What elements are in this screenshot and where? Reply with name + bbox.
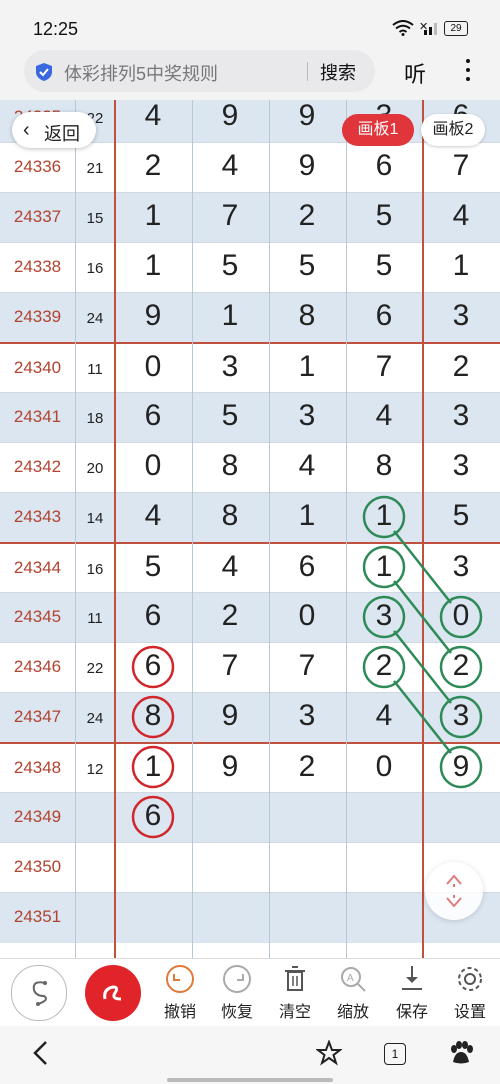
browser-nav-bar: [0, 1026, 500, 1084]
tab-board-1[interactable]: 画板1: [342, 114, 414, 146]
search-button[interactable]: 搜索: [320, 59, 356, 85]
annotation-layer[interactable]: [0, 100, 500, 958]
pen-tool-button[interactable]: [85, 965, 141, 1021]
back-arrow-icon[interactable]: [30, 1040, 52, 1066]
undo-button[interactable]: 撤销: [156, 962, 204, 1022]
redo-button[interactable]: 恢复: [213, 962, 261, 1022]
zoom-label: 缩放: [336, 1004, 369, 1021]
annotation-circle: [362, 545, 406, 589]
tab-board-2[interactable]: 画板2: [421, 114, 485, 146]
back-button[interactable]: ‹ 返回: [12, 112, 96, 148]
save-button[interactable]: 保存: [388, 962, 436, 1022]
annotation-circle: [439, 595, 483, 639]
scroll-arrows-button[interactable]: [425, 862, 483, 920]
status-time: 12:25: [33, 19, 79, 39]
more-menu-icon[interactable]: [464, 56, 472, 86]
pen-stroke-icon: [103, 985, 122, 1001]
redo-icon: [223, 965, 251, 993]
settings-label: 设置: [453, 1004, 486, 1021]
shield-check-icon: [36, 63, 52, 81]
annotation-circle: [362, 645, 406, 689]
status-bar: 12:25 ✕ 29: [0, 0, 500, 40]
clear-button[interactable]: 清空: [271, 962, 319, 1022]
listen-button[interactable]: 听: [404, 57, 426, 89]
signal-icon: [424, 23, 437, 35]
annotation-circle: [131, 795, 175, 839]
settings-button[interactable]: 设置: [446, 962, 494, 1022]
curve-s-icon: [32, 981, 47, 1006]
annotation-circle: [131, 695, 175, 739]
star-icon[interactable]: [316, 1040, 342, 1066]
annotation-circle: [362, 595, 406, 639]
zoom-icon: A: [341, 967, 366, 992]
annotation-circle: [439, 745, 483, 789]
up-down-arrows-icon: [446, 874, 462, 908]
annotation-circle: [439, 695, 483, 739]
wifi-icon: [392, 20, 414, 36]
redo-label: 恢复: [220, 1004, 253, 1021]
select-tool-button[interactable]: [11, 965, 67, 1021]
paw-icon[interactable]: [448, 1040, 474, 1066]
annotation-circle: [131, 745, 175, 789]
tabs-button[interactable]: 1: [384, 1043, 406, 1065]
zoom-button[interactable]: A 缩放: [329, 962, 377, 1022]
gear-icon: [458, 967, 482, 991]
chevron-left-icon: ‹: [23, 119, 30, 141]
undo-label: 撤销: [163, 1004, 196, 1021]
annotation-circle: [439, 645, 483, 689]
back-label: 返回: [44, 124, 80, 144]
trash-icon: [285, 966, 305, 991]
annotation-circle: [131, 645, 175, 689]
download-icon: [402, 966, 422, 990]
undo-icon: [166, 965, 194, 993]
save-label: 保存: [395, 1004, 428, 1021]
clear-label: 清空: [278, 1004, 311, 1021]
search-divider: [307, 62, 308, 81]
home-indicator: [167, 1078, 333, 1082]
battery-indicator: 29: [444, 21, 468, 36]
search-input[interactable]: 体彩排列5中奖规则: [64, 60, 218, 86]
svg-text:A: A: [347, 973, 354, 984]
annotation-circle: [362, 495, 406, 539]
